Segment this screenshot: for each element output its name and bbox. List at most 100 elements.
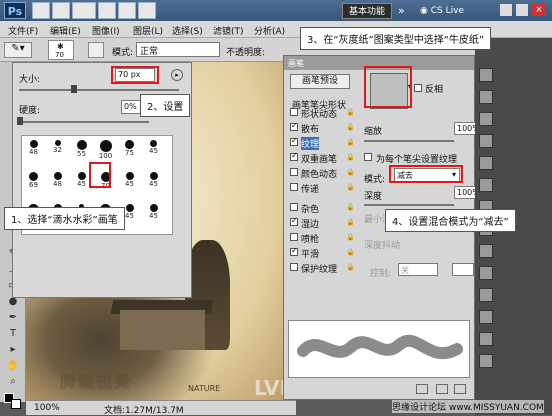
trash-icon[interactable] [454, 384, 466, 394]
invert-checkbox[interactable] [414, 84, 422, 92]
arrange-docs-button[interactable] [138, 2, 156, 19]
option-checkbox[interactable] [290, 121, 298, 131]
option-label[interactable]: 双重画笔 [301, 152, 337, 165]
each-tip-checkbox[interactable] [364, 153, 372, 161]
option-checkbox[interactable] [290, 108, 298, 116]
option-checkbox[interactable] [290, 246, 298, 256]
brush-tip[interactable]: 45 [120, 170, 139, 194]
maximize-button[interactable] [516, 4, 528, 16]
menu-analysis[interactable]: 分析(A) [254, 24, 285, 37]
text-tool-icon[interactable]: T [5, 328, 21, 342]
panel-dock-icon[interactable] [479, 288, 493, 302]
panel-dock-icon[interactable] [479, 244, 493, 258]
menu-filter[interactable]: 滤镜(T) [213, 24, 244, 37]
option-checkbox[interactable] [290, 151, 298, 161]
brush-tip[interactable]: 48 [24, 138, 43, 162]
size-slider-thumb[interactable] [71, 85, 77, 93]
picker-menu-icon[interactable]: ▸ [171, 69, 183, 81]
hand-tool-icon[interactable]: ✋ [5, 360, 21, 374]
cs-live-button[interactable]: ◉ CS Live [420, 3, 482, 19]
blur-tool-icon[interactable]: ● [5, 296, 21, 310]
panel-dock-icon[interactable] [479, 68, 493, 82]
brush-tip[interactable]: 69 [24, 170, 43, 194]
brush-tip[interactable]: 100 [96, 138, 115, 162]
menu-image[interactable]: 图像(I) [92, 24, 120, 37]
panel-dock-icon[interactable] [479, 354, 493, 368]
brush-tip[interactable]: 48 [48, 170, 67, 194]
option-checkbox[interactable] [290, 233, 298, 241]
option-checkbox[interactable] [290, 136, 298, 146]
mode-select[interactable]: 正常 [136, 42, 220, 57]
zoom-tool-icon[interactable]: ⌕ [5, 376, 21, 390]
zoom-readout[interactable]: 100% [34, 403, 60, 413]
lock-icon[interactable]: 🔒 [346, 168, 355, 176]
lock-icon[interactable]: 🔒 [346, 108, 355, 116]
option-label[interactable]: 喷枪 [301, 232, 319, 245]
zoom-level-button[interactable] [72, 2, 96, 19]
option-checkbox[interactable] [290, 203, 298, 211]
brush-tip[interactable]: 55 [72, 138, 91, 162]
option-label[interactable]: 湿边 [301, 217, 319, 230]
panel-dock-icon[interactable] [479, 112, 493, 126]
depth-slider[interactable] [364, 204, 454, 206]
brush-preset-button[interactable]: ✱ 70 [48, 40, 74, 60]
lock-icon[interactable]: 🔒 [346, 153, 355, 161]
lock-icon[interactable]: 🔒 [346, 183, 355, 191]
brush-presets-button[interactable]: 画笔预设 [290, 74, 350, 89]
option-checkbox[interactable] [290, 168, 298, 176]
new-preset-icon[interactable] [416, 384, 428, 394]
workspace-switcher[interactable]: 基本功能 [342, 3, 392, 19]
panel-dock-icon[interactable] [479, 178, 493, 192]
lock-icon[interactable]: 🔒 [346, 123, 355, 131]
menu-layer[interactable]: 图层(L) [133, 24, 163, 37]
scale-slider[interactable] [364, 140, 454, 142]
size-slider[interactable] [19, 89, 179, 91]
lock-icon[interactable]: 🔒 [346, 263, 355, 271]
brush-tool-icon[interactable]: ✎▾ [4, 42, 32, 58]
brush-tip[interactable]: 75 [120, 138, 139, 162]
panel-dock-icon[interactable] [479, 310, 493, 324]
option-checkbox[interactable] [290, 183, 298, 191]
lock-icon[interactable]: 🔒 [346, 233, 355, 241]
option-checkbox[interactable] [290, 263, 298, 271]
bridge-button[interactable] [32, 2, 50, 19]
option-checkbox[interactable] [290, 216, 298, 226]
create-brush-icon[interactable] [436, 384, 448, 394]
brush-tip[interactable]: 45 [144, 170, 163, 194]
option-label[interactable]: 平滑 [301, 247, 319, 260]
panel-dock-icon[interactable] [479, 266, 493, 280]
double-chevron-icon[interactable]: » [398, 4, 405, 17]
option-label[interactable]: 杂色 [301, 202, 319, 215]
control-select[interactable]: 关 [398, 263, 438, 276]
brush-tip[interactable]: 45 [144, 202, 163, 226]
lock-icon[interactable]: 🔒 [346, 248, 355, 256]
control-extra-field[interactable] [452, 263, 474, 276]
option-label[interactable]: 散布 [301, 122, 319, 135]
brush-panel-toggle[interactable] [88, 42, 104, 58]
close-button[interactable]: × [532, 4, 546, 16]
hardness-slider-thumb[interactable] [17, 117, 23, 125]
option-label[interactable]: 颜色动态 [301, 167, 337, 180]
option-label[interactable]: 纹理 [301, 137, 320, 150]
brush-tip[interactable]: 45 [144, 138, 163, 162]
menu-select[interactable]: 选择(S) [172, 24, 203, 37]
minimize-button[interactable] [500, 4, 512, 16]
pen-tool-icon[interactable]: ✒ [5, 312, 21, 326]
option-label[interactable]: 传递 [301, 182, 319, 195]
lock-icon[interactable]: 🔒 [346, 218, 355, 226]
panel-dock-icon[interactable] [479, 134, 493, 148]
mini-bridge-button[interactable] [52, 2, 70, 19]
path-select-icon[interactable]: ▸ [5, 344, 21, 358]
panel-dock-icon[interactable] [479, 90, 493, 104]
menu-file[interactable]: 文件(F) [8, 24, 38, 37]
hand-tool-button[interactable] [98, 2, 116, 19]
panel-dock-icon[interactable] [479, 332, 493, 346]
panel-dock-icon[interactable] [479, 156, 493, 170]
rotate-view-button[interactable] [118, 2, 136, 19]
lock-icon[interactable]: 🔒 [346, 138, 355, 146]
hardness-slider[interactable] [19, 121, 149, 123]
option-label[interactable]: 保护纹理 [301, 262, 337, 275]
brush-tip[interactable]: 32 [48, 138, 67, 162]
background-color-swatch[interactable] [11, 399, 21, 409]
option-label[interactable]: 形状动态 [301, 107, 337, 120]
